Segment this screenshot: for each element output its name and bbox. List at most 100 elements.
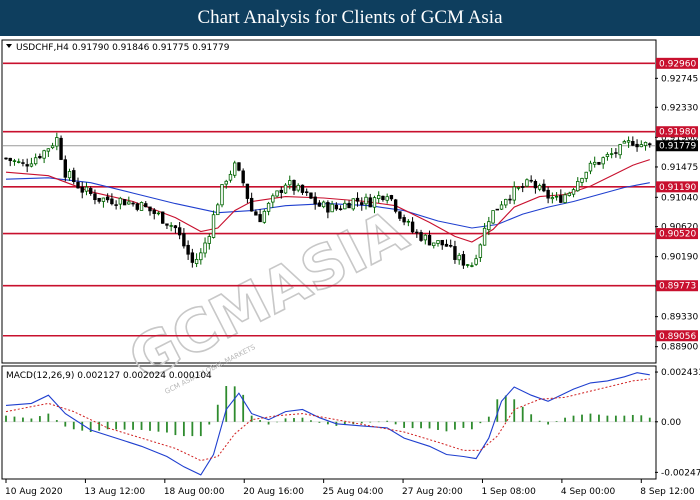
histogram-bar [555,421,558,422]
histogram-bar [47,413,50,422]
candle [220,184,224,208]
time-tick-label: 20 Aug 16:00 [243,487,304,497]
histogram-bar [301,417,304,422]
histogram-bar [293,418,295,422]
histogram-bar [22,417,24,422]
candle [211,210,216,239]
histogram-bar [504,395,507,422]
histogram-bar [81,421,84,431]
candle [525,178,529,188]
histogram-bar [648,417,651,422]
histogram-bar [606,415,609,422]
time-tick-label: 10 Aug 2020 [5,487,63,497]
level-label: 0.92960 [659,59,696,69]
histogram-bar [310,420,312,422]
histogram-bar [614,415,617,422]
histogram-bar [538,420,541,422]
symbol-label: USDCHF,H4 [16,43,69,53]
histogram-bar [428,421,431,429]
histogram-bar [123,421,126,430]
price-axis: 0.927450.923300.919000.914750.910400.906… [655,74,698,353]
histogram-bar [326,421,329,425]
candle [283,183,288,194]
histogram-bar [394,421,397,425]
ohlc-readout: 0.91790 0.91846 0.91775 0.91779 [72,43,230,53]
candle [351,198,355,211]
time-tick-label: 8 Sep 12:00 [640,487,695,497]
histogram-bar [369,421,372,423]
histogram-bar [64,421,67,427]
histogram-bar [479,421,482,424]
histogram-bar [284,418,287,422]
candle [237,162,241,172]
histogram-bar [5,415,7,422]
histogram-bar [470,421,473,430]
candle [491,210,495,225]
time-tick-label: 27 Aug 20:00 [402,487,463,497]
candle [495,208,499,211]
level-label: 0.89773 [659,282,696,292]
macd-label: MACD(12,26,9) 0.002127 0.002024 0.000104 [6,371,212,381]
time-tick-label: 25 Aug 04:00 [323,487,384,497]
price-tick-label: 0.92330 [661,103,698,113]
candle [59,135,63,161]
histogram-bar [276,421,278,423]
histogram-bar [140,421,143,430]
histogram-bar [598,414,600,422]
histogram-bar [589,413,592,422]
histogram-bar [267,421,270,425]
histogram-bar [572,415,575,422]
price-tick-label: 0.91475 [661,163,698,173]
histogram-bar [530,414,533,422]
histogram-bar [30,418,33,422]
macd-tick-label: -0.002474 [661,468,700,478]
histogram-bar [623,415,626,422]
macd-tick-label: 0.002433 [661,368,700,378]
price-tick-label: 0.89330 [661,313,698,323]
histogram-bar [149,421,151,431]
histogram-bar [157,421,160,432]
macd-panel [1,365,657,480]
level-label: 0.90520 [659,230,696,240]
histogram-bar [420,421,422,429]
histogram-bar [182,421,185,437]
histogram-bar [38,416,41,422]
level-label: 0.89056 [659,332,696,342]
histogram-bar [640,415,643,422]
macd-tick-label: 0.00 [661,418,681,428]
level-label: 0.91980 [659,128,696,138]
histogram-bar [547,421,550,425]
candle [597,161,601,166]
time-tick-label: 18 Aug 00:00 [164,487,225,497]
histogram-bar [581,414,583,422]
candle [275,190,279,198]
candle [262,209,267,224]
candle [321,200,326,209]
histogram-bar [191,421,194,437]
candle [139,201,144,211]
candle [216,202,220,216]
histogram-bar [462,421,465,428]
histogram-bar [250,415,253,422]
price-tick-label: 0.90190 [661,253,698,263]
histogram-bar [318,421,321,423]
histogram-bar [174,421,177,436]
histogram-bar [454,421,456,430]
histogram-bar [115,421,118,430]
time-tick-label: 4 Sep 00:00 [561,487,616,497]
current-price-label: 0.91779 [659,142,696,152]
time-axis: 10 Aug 2020 13 Aug 12:00 18 Aug 00:00 20 Au… [5,479,695,497]
candle [161,211,165,224]
histogram-bar [216,404,219,422]
histogram-bar [487,416,490,422]
histogram-bar [199,421,202,437]
histogram-bar [445,421,448,432]
histogram-bar [132,421,134,430]
time-tick-label: 13 Aug 12:00 [84,487,145,497]
candle [233,160,237,178]
level-label: 0.91190 [659,183,696,193]
price-tick-label: 0.92745 [661,74,698,84]
histogram-bar [411,421,414,429]
histogram-bar [386,420,389,422]
candle [72,167,76,185]
